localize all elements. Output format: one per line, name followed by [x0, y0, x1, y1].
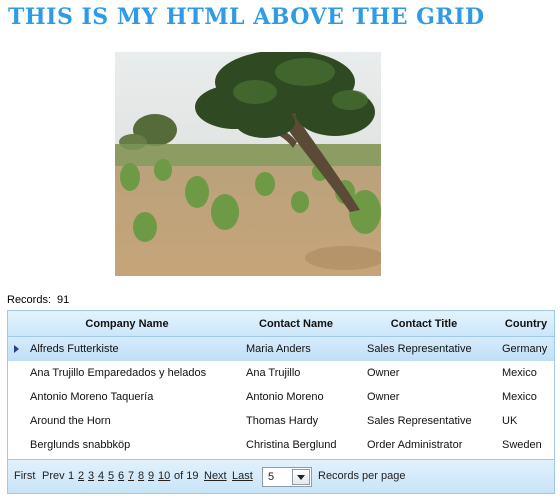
- table-row[interactable]: Ana Trujillo Emparedados y helados Ana T…: [8, 361, 554, 385]
- cell-company: Berglunds snabbköp: [30, 439, 131, 451]
- page-size-value: 5: [268, 471, 275, 483]
- pager-page-4[interactable]: 4: [98, 460, 104, 492]
- page-size-select[interactable]: 5: [262, 467, 312, 487]
- landscape-photo: [115, 52, 381, 276]
- cell-contact: Thomas Hardy: [246, 415, 319, 427]
- triangle-right-icon: [14, 345, 19, 353]
- column-header-contact-name[interactable]: Contact Name: [242, 311, 350, 337]
- data-grid: Company Name Contact Name Contact Title …: [7, 310, 555, 494]
- table-row[interactable]: Antonio Moreno Taquería Antonio Moreno O…: [8, 385, 554, 409]
- cell-title: Owner: [367, 367, 400, 379]
- cell-company: Ana Trujillo Emparedados y helados: [30, 367, 207, 379]
- cell-title: Owner: [367, 391, 400, 403]
- table-row[interactable]: Alfreds Futterkiste Maria Anders Sales R…: [8, 337, 554, 361]
- pager-current-page: 1: [68, 470, 75, 482]
- pager-of-total: of 19: [174, 470, 199, 482]
- pager-page-3[interactable]: 3: [88, 460, 94, 492]
- cell-company: Around the Horn: [30, 415, 111, 427]
- cell-country: Sweden: [502, 439, 542, 451]
- pager-page-9[interactable]: 9: [148, 460, 154, 492]
- pager-page-10[interactable]: 10: [158, 460, 170, 492]
- cell-company: Alfreds Futterkiste: [30, 343, 119, 355]
- records-label: Records:: [7, 294, 52, 306]
- cell-title: Sales Representative: [367, 415, 472, 427]
- pager: First Prev 1 2 3 4 5 6 7 8 9 10 of 19 Ne…: [8, 459, 554, 493]
- cell-contact: Christina Berglund: [246, 439, 337, 451]
- cell-contact: Ana Trujillo: [246, 367, 301, 379]
- cell-title: Sales Representative: [367, 343, 472, 355]
- cell-country: Mexico: [502, 367, 537, 379]
- cell-contact: Maria Anders: [246, 343, 311, 355]
- column-header-company-name[interactable]: Company Name: [22, 311, 232, 337]
- column-header-contact-title[interactable]: Contact Title: [360, 311, 488, 337]
- pager-prev[interactable]: Prev: [42, 460, 65, 492]
- pager-page-7[interactable]: 7: [128, 460, 134, 492]
- cell-company: Antonio Moreno Taquería: [30, 391, 154, 403]
- pager-page-8[interactable]: 8: [138, 460, 144, 492]
- table-row[interactable]: Around the Horn Thomas Hardy Sales Repre…: [8, 409, 554, 433]
- page-heading: THIS IS MY HTML ABOVE THE GRID: [8, 4, 485, 30]
- cell-country: Germany: [502, 343, 548, 355]
- records-count-value: 91: [57, 294, 70, 306]
- table-row[interactable]: Berglunds snabbköp Christina Berglund Or…: [8, 433, 554, 457]
- grid-header: Company Name Contact Name Contact Title …: [8, 311, 554, 337]
- chevron-down-icon[interactable]: [292, 469, 310, 485]
- cell-title: Order Administrator: [367, 439, 463, 451]
- records-count: Records: 91: [7, 294, 69, 306]
- pager-page-5[interactable]: 5: [108, 460, 114, 492]
- pager-first[interactable]: First: [14, 460, 35, 492]
- cell-contact: Antonio Moreno: [246, 391, 324, 403]
- page-size-label: Records per page: [318, 470, 406, 482]
- cell-country: UK: [502, 415, 518, 427]
- pager-page-2[interactable]: 2: [78, 460, 84, 492]
- pager-page-6[interactable]: 6: [118, 460, 124, 492]
- pager-next[interactable]: Next: [204, 460, 227, 492]
- pager-last[interactable]: Last: [232, 460, 253, 492]
- column-header-country[interactable]: Country: [500, 311, 552, 337]
- cell-country: Mexico: [502, 391, 537, 403]
